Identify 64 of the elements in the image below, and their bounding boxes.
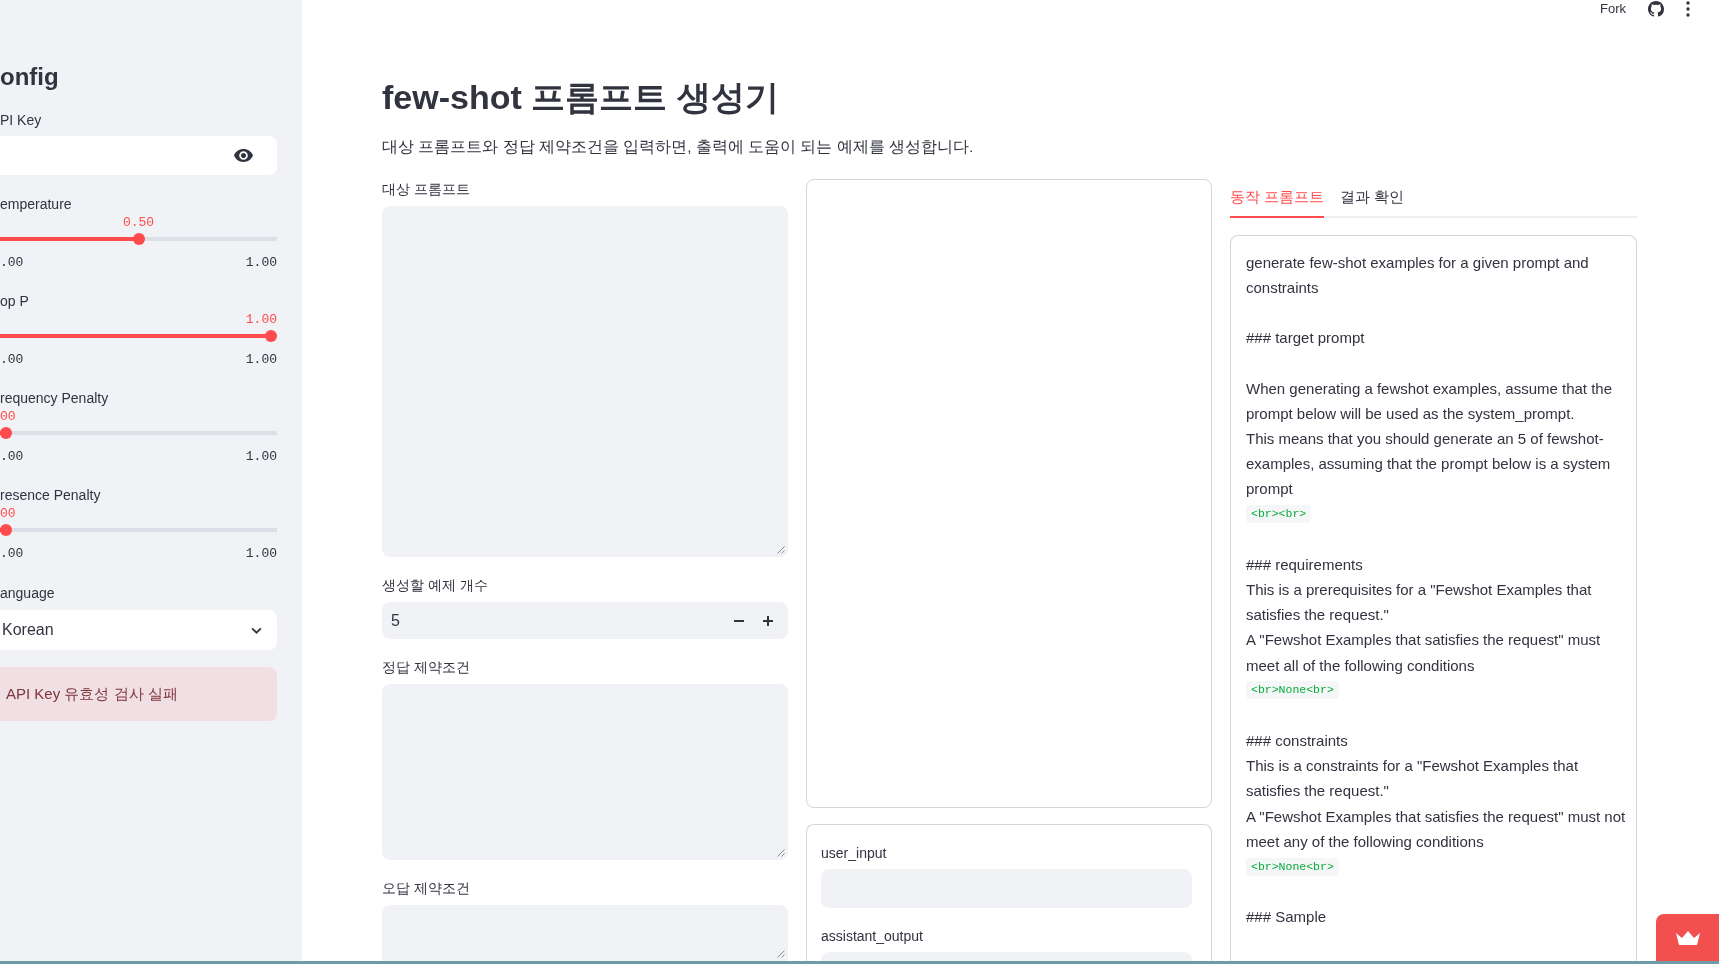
cat-icon[interactable] (1648, 1, 1664, 17)
slider-label: op P (0, 292, 29, 311)
code-snippet: <br>None<br> (1246, 681, 1339, 700)
prompt-text: This means that you should generate an 5 of fewshot-examples, assuming that the prompt below is a system prompt (1246, 429, 1612, 500)
crown-icon (1674, 929, 1701, 946)
text-input[interactable] (821, 952, 1192, 961)
increment-button[interactable] (753, 602, 788, 639)
slider-min-label: .00 (0, 351, 24, 369)
slider-label: emperature (0, 195, 72, 214)
chevron-down-icon[interactable] (251, 626, 262, 634)
slider-thumb[interactable] (0, 427, 12, 439)
show-password-button[interactable] (226, 136, 277, 175)
prompt-text: ### Sample (1246, 907, 1328, 928)
slider-max-label: 1.00 (245, 545, 277, 563)
prompt-text: ### constraints (1246, 731, 1349, 751)
slider-max-label: 1.00 (245, 351, 277, 369)
code-snippet: <br>None<br> (1246, 857, 1339, 876)
prompt-text: A "Fewshot Examples that satisfies the request" must not meet any of the following conditions (1246, 806, 1627, 852)
resize-grip-icon[interactable] (777, 546, 785, 554)
crown-button[interactable] (1656, 914, 1719, 961)
field-label: anguage (0, 584, 55, 603)
slider-thumb[interactable] (265, 330, 277, 342)
field-label: 대상 프롬프트 (382, 180, 470, 199)
slider-value: 1.00 (245, 311, 277, 329)
slider-thumb[interactable] (0, 524, 12, 536)
page-title: few-shot 프롬프트 생성기 (382, 77, 779, 118)
slider-label: resence Penalty (0, 486, 101, 505)
code-snippet: <br><br> (1246, 505, 1312, 524)
slider-label: requency Penalty (0, 389, 109, 408)
prompt-text: ### requirements (1246, 554, 1364, 575)
number-input[interactable]: 5 (382, 602, 724, 639)
language-select[interactable]: Korean (0, 610, 277, 650)
slider-value: 00 (0, 408, 16, 426)
page-description: 대상 프롬프트와 정답 제약조건을 입력하면, 출력에 도움이 되는 예제를 생성합니다. (382, 137, 974, 157)
field-label: assistant_output (821, 927, 923, 946)
slider-min-label: .00 (0, 448, 24, 466)
slider-max-label: 1.00 (245, 254, 277, 272)
prompt-text: A "Fewshot Examples that satisfies the request" must meet all of the following conditions (1246, 630, 1602, 676)
more-icon[interactable] (1686, 1, 1690, 17)
slider-value: 00 (0, 505, 16, 523)
eye-icon[interactable] (234, 149, 253, 162)
minus-icon[interactable] (733, 619, 744, 622)
fork-button[interactable]: Fork (1600, 1, 1626, 17)
field-label: user_input (821, 844, 887, 863)
sidebar-title: onfig (0, 62, 59, 92)
prompt-text: ### target prompt (1246, 328, 1366, 349)
error-alert: API Key 유효성 검사 실패 (0, 667, 277, 721)
slider-max-label: 1.00 (245, 448, 277, 466)
field-label: 오답 제약조건 (382, 879, 470, 898)
slider-min-label: .00 (0, 254, 24, 272)
field-label: 생성할 예제 개수 (382, 576, 488, 595)
prompt-text: This is a prerequisites for a "Fewshot Examples that satisfies the request." (1246, 580, 1593, 626)
prompt-text: generate few-shot examples for a given prompt and constraints (1246, 253, 1590, 299)
prompt-text: When generating a fewshot examples, assume that the prompt below will be used as the system_prompt. (1246, 378, 1614, 424)
resize-grip-icon[interactable] (777, 849, 785, 857)
slider-value: 0.50 (122, 214, 155, 232)
plus-icon[interactable] (762, 615, 773, 626)
prompt-text: This is a constraints for a "Fewshot Examples that satisfies the request." (1246, 756, 1580, 802)
field-label: 정답 제약조건 (382, 658, 470, 677)
resize-grip-icon[interactable] (777, 950, 785, 958)
tab[interactable]: 결과 확인 (1340, 179, 1405, 218)
slider-min-label: .00 (0, 545, 24, 563)
field-label: PI Key (0, 111, 42, 130)
slider-thumb[interactable] (132, 233, 145, 245)
